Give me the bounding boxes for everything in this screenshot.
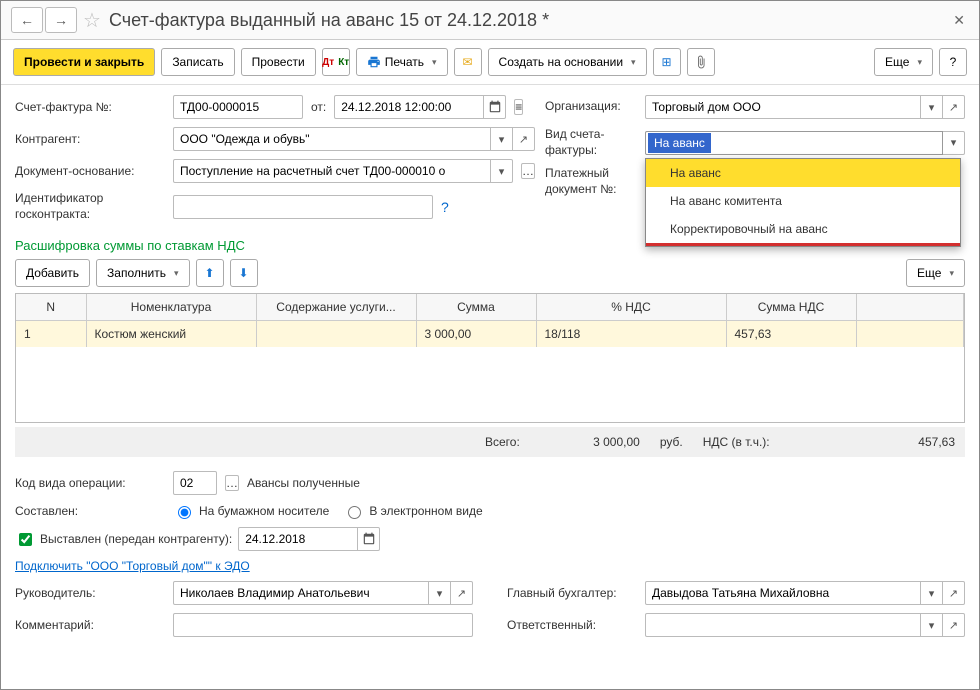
col-content: Содержание услуги... [256,294,416,321]
accountant-open-button[interactable]: ↗ [943,581,965,605]
invoice-type-input[interactable]: На аванс [645,131,943,155]
number-input[interactable] [173,95,303,119]
close-icon[interactable]: ✕ [949,8,969,33]
move-down-button[interactable]: ⬇ [230,259,258,287]
basis-input[interactable] [173,159,491,183]
create-based-button[interactable]: Создать на основании [488,48,647,76]
org-label: Организация: [545,99,637,115]
col-n: N [16,294,86,321]
print-button[interactable]: Печать [356,48,448,76]
op-code-ellipsis-button[interactable]: … [225,475,239,491]
calendar-button[interactable] [484,95,506,119]
post-button[interactable]: Провести [241,48,316,76]
responsible-dropdown-button[interactable]: ▾ [921,613,943,637]
govid-label: Идентификатор госконтракта: [15,191,165,222]
counterparty-input[interactable] [173,127,491,151]
move-up-button[interactable]: ⬆ [196,259,224,287]
radio-electronic[interactable]: В электронном виде [343,503,482,519]
payment-label: Платежный документ №: [545,166,637,197]
op-code-input[interactable] [173,471,217,495]
govid-input[interactable] [173,195,433,219]
director-input[interactable] [173,581,429,605]
dd-item-commission[interactable]: На аванс комитента [646,187,960,215]
passed-calendar-button[interactable] [358,527,380,551]
printer-icon [367,55,381,69]
attachment-button[interactable] [687,48,715,76]
responsible-label: Ответственный: [507,618,637,632]
issued-label: Составлен: [15,504,165,518]
col-rate: % НДС [536,294,726,321]
post-and-close-button[interactable]: Провести и закрыть [13,48,155,76]
dtkt-button[interactable]: ДтКт [322,48,350,76]
favorite-star-icon[interactable]: ☆ [83,8,101,33]
basis-ellipsis-button[interactable]: … [521,163,535,179]
counterparty-dropdown-button[interactable]: ▾ [491,127,513,151]
counterparty-label: Контрагент: [15,132,165,146]
accountant-input[interactable] [645,581,921,605]
email-button[interactable]: ✉ [454,48,482,76]
org-open-button[interactable]: ↗ [943,95,965,119]
basis-label: Документ-основание: [15,164,165,178]
col-nom: Номенклатура [86,294,256,321]
totals-bar: Всего: 3 000,00 руб. НДС (в т.ч.): 457,6… [15,427,965,457]
op-code-desc: Авансы полученные [247,476,360,490]
nav-back-button[interactable]: ← [11,7,43,33]
org-dropdown-button[interactable]: ▾ [921,95,943,119]
director-open-button[interactable]: ↗ [451,581,473,605]
calendar-icon [362,532,376,546]
accountant-dropdown-button[interactable]: ▾ [921,581,943,605]
op-code-label: Код вида операции: [15,476,165,490]
number-label: Счет-фактура №: [15,100,165,114]
paperclip-icon [694,55,708,69]
passed-date-input[interactable] [238,527,358,551]
list-button[interactable]: ≡ [514,99,523,115]
invoice-type-dropdown-button[interactable]: ▾ [943,131,965,155]
help-button[interactable]: ? [939,48,967,76]
director-dropdown-button[interactable]: ▾ [429,581,451,605]
basis-dropdown-button[interactable]: ▾ [491,159,513,183]
passed-checkbox[interactable]: Выставлен (передан контрагенту): [15,530,232,549]
col-vat-sum: Сумма НДС [726,294,856,321]
edo-link[interactable]: Подключить "ООО "Торговый дом"" к ЭДО [15,559,250,573]
responsible-input[interactable] [645,613,921,637]
grid-more-button[interactable]: Еще [906,259,965,287]
dd-item-advance[interactable]: На аванс [646,159,960,187]
calendar-icon [488,100,502,114]
dd-item-correction[interactable]: Корректировочный на аванс [646,215,960,246]
govid-help-icon[interactable]: ? [441,199,449,215]
org-input[interactable] [645,95,921,119]
col-sum: Сумма [416,294,536,321]
invoice-type-label: Вид счета-фактуры: [545,127,637,158]
accountant-label: Главный бухгалтер: [507,586,637,600]
comment-label: Комментарий: [15,618,165,632]
write-button[interactable]: Записать [161,48,234,76]
structure-button[interactable]: ⊞ [653,48,681,76]
date-input[interactable] [334,95,484,119]
responsible-open-button[interactable]: ↗ [943,613,965,637]
radio-paper[interactable]: На бумажном носителе [173,503,329,519]
add-row-button[interactable]: Добавить [15,259,90,287]
comment-input[interactable] [173,613,473,637]
table-row[interactable]: 1 Костюм женский 3 000,00 18/118 457,63 [16,321,964,348]
invoice-type-dropdown-menu: На аванс На аванс комитента Корректирово… [645,158,961,247]
invoice-type-selected: На аванс [648,133,711,153]
counterparty-open-button[interactable]: ↗ [513,127,535,151]
from-label: от: [311,100,326,114]
more-button[interactable]: Еще [874,48,933,76]
vat-table[interactable]: N Номенклатура Содержание услуги... Сумм… [15,293,965,423]
director-label: Руководитель: [15,586,165,600]
nav-forward-button[interactable]: → [45,7,77,33]
fill-button[interactable]: Заполнить [96,259,189,287]
window-title: Счет-фактура выданный на аванс 15 от 24.… [109,10,549,31]
